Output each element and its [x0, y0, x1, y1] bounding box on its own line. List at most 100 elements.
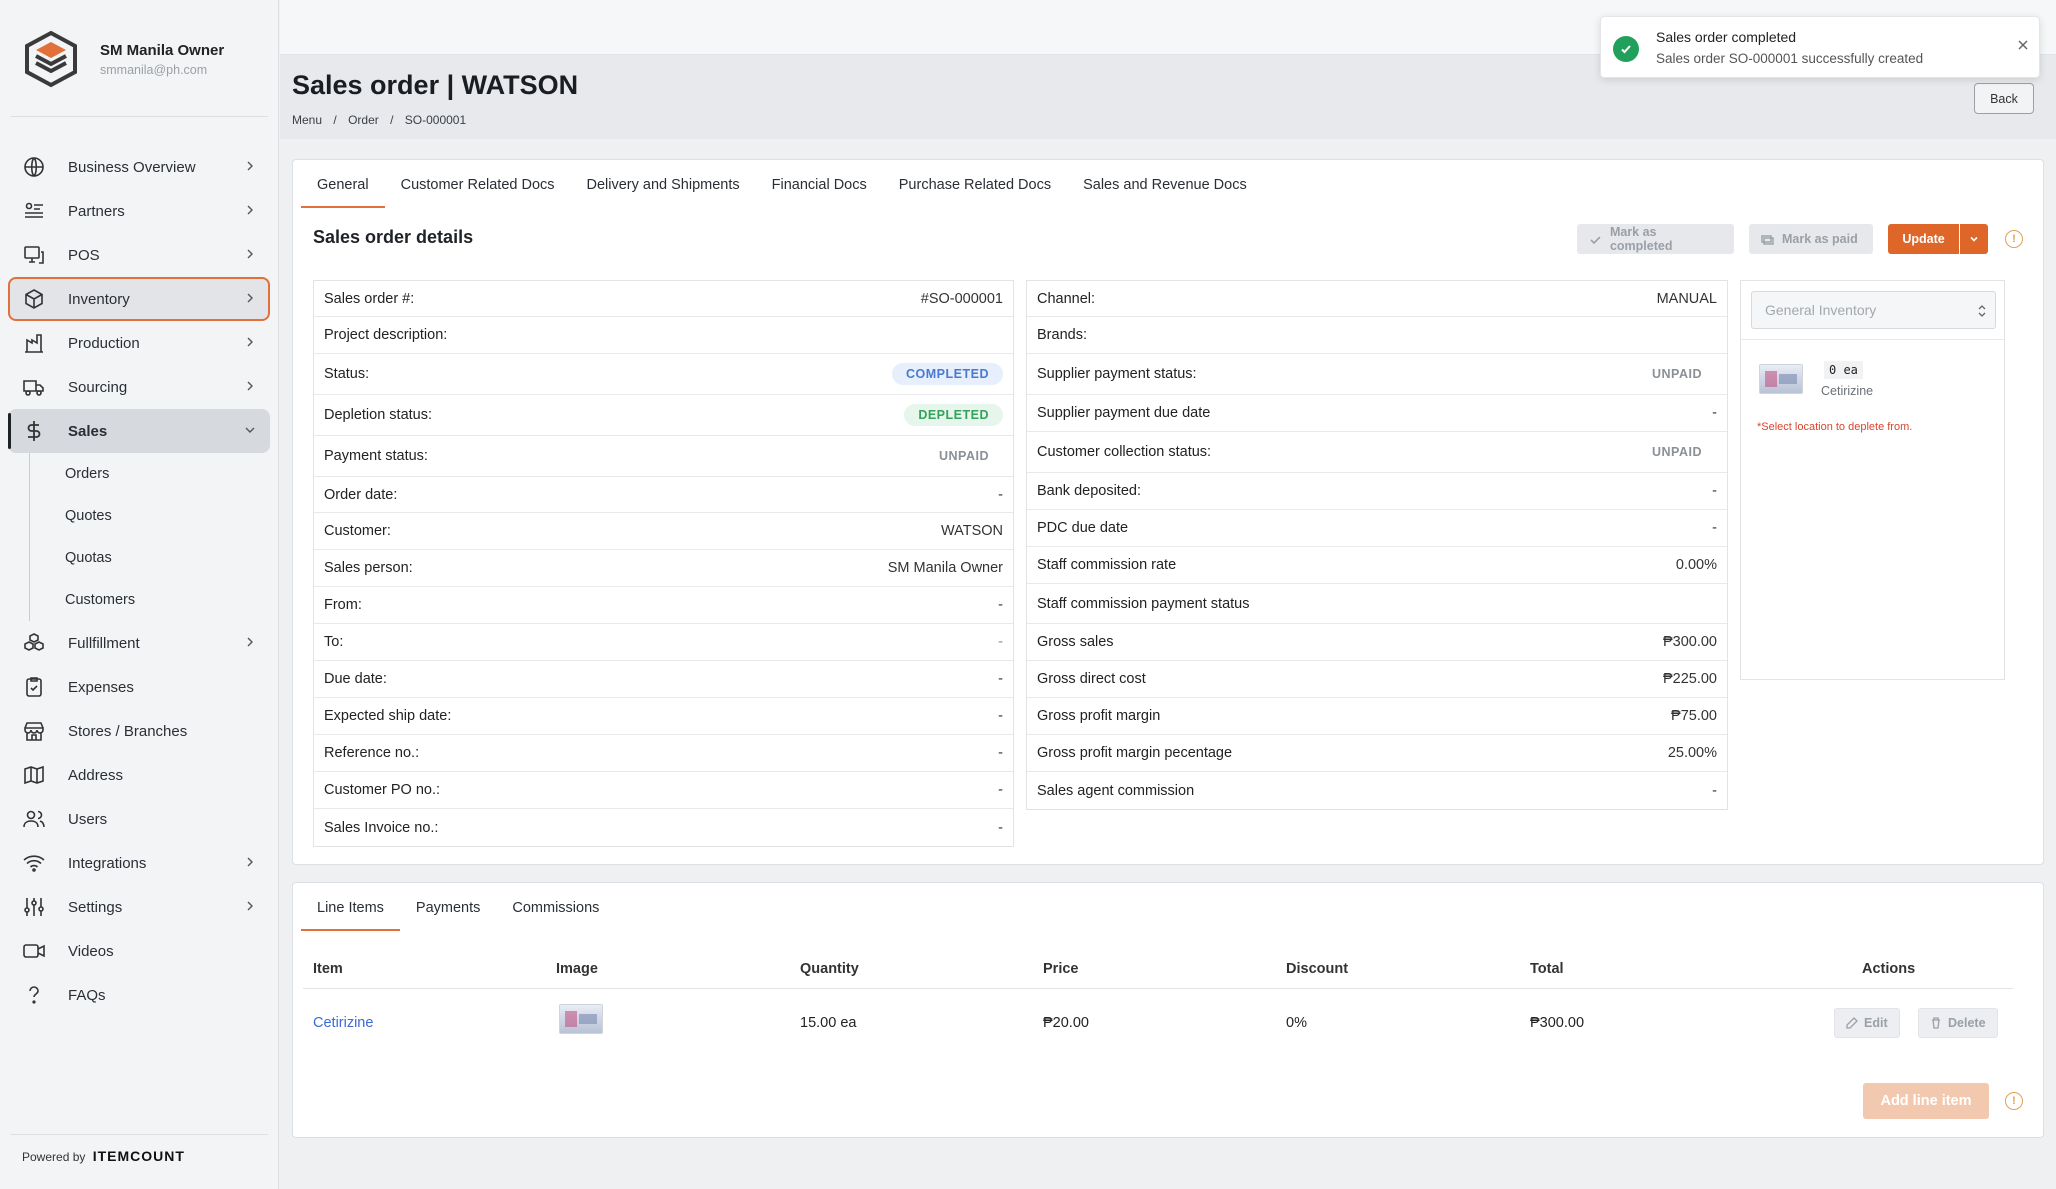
divider: [10, 1134, 268, 1135]
tab-financial-docs[interactable]: Financial Docs: [756, 162, 883, 208]
sidebar-item-expenses[interactable]: Expenses: [8, 665, 270, 709]
boxes-icon: [24, 633, 44, 651]
sidebar-item-business-overview[interactable]: Business Overview: [8, 145, 270, 189]
tab-general[interactable]: General: [301, 162, 385, 208]
detail-value: -: [998, 671, 1003, 687]
delete-label: Delete: [1948, 1016, 1986, 1030]
sidebar-item-sourcing[interactable]: Sourcing: [8, 365, 270, 409]
sidebar-item-fullfillment[interactable]: Fullfillment: [8, 621, 270, 665]
sidebar-item-label: Integrations: [68, 854, 147, 872]
back-button[interactable]: Back: [1974, 83, 2034, 114]
sidebar-subitem-quotas[interactable]: Quotas: [30, 537, 270, 579]
close-icon[interactable]: [2017, 39, 2029, 51]
dollar-icon: [27, 421, 41, 441]
mark-as-completed-button[interactable]: Mark as completed: [1577, 224, 1734, 254]
section-title: Sales order details: [313, 227, 474, 247]
detail-label: Sales person:: [324, 560, 413, 576]
sidebar-item-address[interactable]: Address: [8, 753, 270, 797]
chevron-right-icon: [247, 249, 253, 259]
detail-value: ₱225.00: [1662, 671, 1717, 687]
account-header[interactable]: SM Manila Owner smmanila@ph.com: [22, 30, 224, 88]
check-icon: [1590, 235, 1601, 244]
wifi-icon: [23, 855, 45, 872]
tab-commissions[interactable]: Commissions: [496, 885, 615, 931]
detail-row: Customer PO no.: -: [314, 772, 1013, 809]
sidebar-item-sales[interactable]: Sales: [8, 409, 270, 453]
sidebar-item-label: Production: [68, 334, 140, 352]
update-button[interactable]: Update: [1888, 224, 1959, 254]
sidebar: SM Manila Owner smmanila@ph.com Business…: [0, 0, 279, 1189]
column-header-price: Price: [1043, 961, 1079, 977]
breadcrumb-order[interactable]: Order: [348, 113, 379, 127]
detail-label: Sales order #:: [324, 290, 415, 307]
detail-label: Supplier payment due date: [1037, 405, 1211, 421]
itemcount-logo-icon: [25, 30, 77, 88]
box-icon: [25, 289, 43, 309]
tab-sales-and-revenue-docs[interactable]: Sales and Revenue Docs: [1067, 162, 1263, 208]
line-item-name-link[interactable]: Cetirizine: [313, 1015, 373, 1031]
sidebar-item-users[interactable]: Users: [8, 797, 270, 841]
chevron-right-icon: [247, 381, 253, 391]
add-line-item-button[interactable]: Add line item: [1863, 1083, 1989, 1119]
sidebar-subitem-orders[interactable]: Orders: [30, 453, 270, 495]
sidebar-item-faqs[interactable]: FAQs: [8, 973, 270, 1017]
detail-value: SM Manila Owner: [887, 560, 1003, 576]
update-dropdown-button[interactable]: [1960, 224, 1988, 254]
tab-delivery-and-shipments[interactable]: Delivery and Shipments: [571, 162, 756, 208]
details-left-table: Sales order #: #SO-000001 Project descrip…: [313, 280, 1014, 847]
mark-as-paid-label: Mark as paid: [1782, 232, 1858, 246]
breadcrumb-current: SO-000001: [404, 113, 467, 127]
sidebar-item-label: POS: [68, 246, 100, 264]
detail-row: Order date: -: [314, 477, 1013, 513]
tab-line-items[interactable]: Line Items: [301, 885, 400, 931]
tab-customer-related-docs[interactable]: Customer Related Docs: [385, 162, 571, 208]
detail-label: Sales Invoice no.:: [324, 819, 439, 836]
mark-as-paid-button[interactable]: Mark as paid: [1749, 224, 1873, 254]
info-icon[interactable]: !: [2005, 1092, 2023, 1110]
chevron-down-icon: [245, 427, 255, 433]
breadcrumb-menu[interactable]: Menu: [292, 113, 322, 127]
column-header-image: Image: [556, 961, 598, 977]
depletion-status-badge: DEPLETED: [904, 404, 1003, 426]
detail-label: Staff commission rate: [1037, 557, 1177, 573]
tab-purchase-related-docs[interactable]: Purchase Related Docs: [883, 162, 1067, 208]
detail-row: Gross profit margin pecentage 25.00%: [1027, 735, 1727, 772]
sidebar-item-pos[interactable]: POS: [8, 233, 270, 277]
sidebar-item-label: Address: [68, 766, 124, 784]
column-header-quantity: Quantity: [800, 961, 859, 977]
powered-by-brand: ITEMCOUNT: [92, 1148, 185, 1164]
detail-value: -: [998, 708, 1003, 724]
sidebar-nav: Business Overview Partners POS Inventory…: [8, 145, 270, 1017]
chevron-right-icon: [247, 337, 253, 347]
sidebar-item-integrations[interactable]: Integrations: [8, 841, 270, 885]
inventory-location-select[interactable]: General Inventory: [1751, 291, 1996, 329]
video-icon: [23, 944, 45, 958]
sidebar-item-stores-branches[interactable]: Stores / Branches: [8, 709, 270, 753]
details-right-table: Channel: MANUAL Brands: Supplier payment …: [1026, 280, 1728, 810]
tab-payments[interactable]: Payments: [400, 885, 496, 931]
info-icon[interactable]: !: [2005, 230, 2023, 248]
detail-value: -: [1712, 782, 1717, 799]
line-item-total: ₱300.00: [1530, 1015, 1585, 1031]
breadcrumb-separator: /: [390, 113, 394, 127]
sidebar-item-label: Business Overview: [68, 158, 196, 176]
delete-line-item-button[interactable]: Delete: [1918, 1008, 1998, 1038]
detail-label: From:: [324, 597, 362, 613]
detail-row: Sales Invoice no.: -: [314, 809, 1013, 846]
globe-icon: [24, 157, 44, 177]
detail-label: Bank deposited:: [1037, 483, 1141, 499]
breadcrumb: Menu / Order / SO-000001: [292, 113, 474, 127]
sidebar-item-production[interactable]: Production: [8, 321, 270, 365]
sidebar-item-label: Sourcing: [68, 378, 128, 396]
detail-value: -: [1712, 520, 1717, 536]
users-icon: [23, 810, 45, 828]
sidebar-item-partners[interactable]: Partners: [8, 189, 270, 233]
sidebar-subitem-customers[interactable]: Customers: [30, 579, 270, 621]
edit-line-item-button[interactable]: Edit: [1834, 1008, 1900, 1038]
sidebar-item-videos[interactable]: Videos: [8, 929, 270, 973]
sidebar-subitem-quotes[interactable]: Quotes: [30, 495, 270, 537]
edit-label: Edit: [1864, 1016, 1888, 1030]
detail-value: #SO-000001: [920, 290, 1003, 307]
sidebar-item-settings[interactable]: Settings: [8, 885, 270, 929]
sidebar-item-inventory[interactable]: Inventory: [8, 277, 270, 321]
